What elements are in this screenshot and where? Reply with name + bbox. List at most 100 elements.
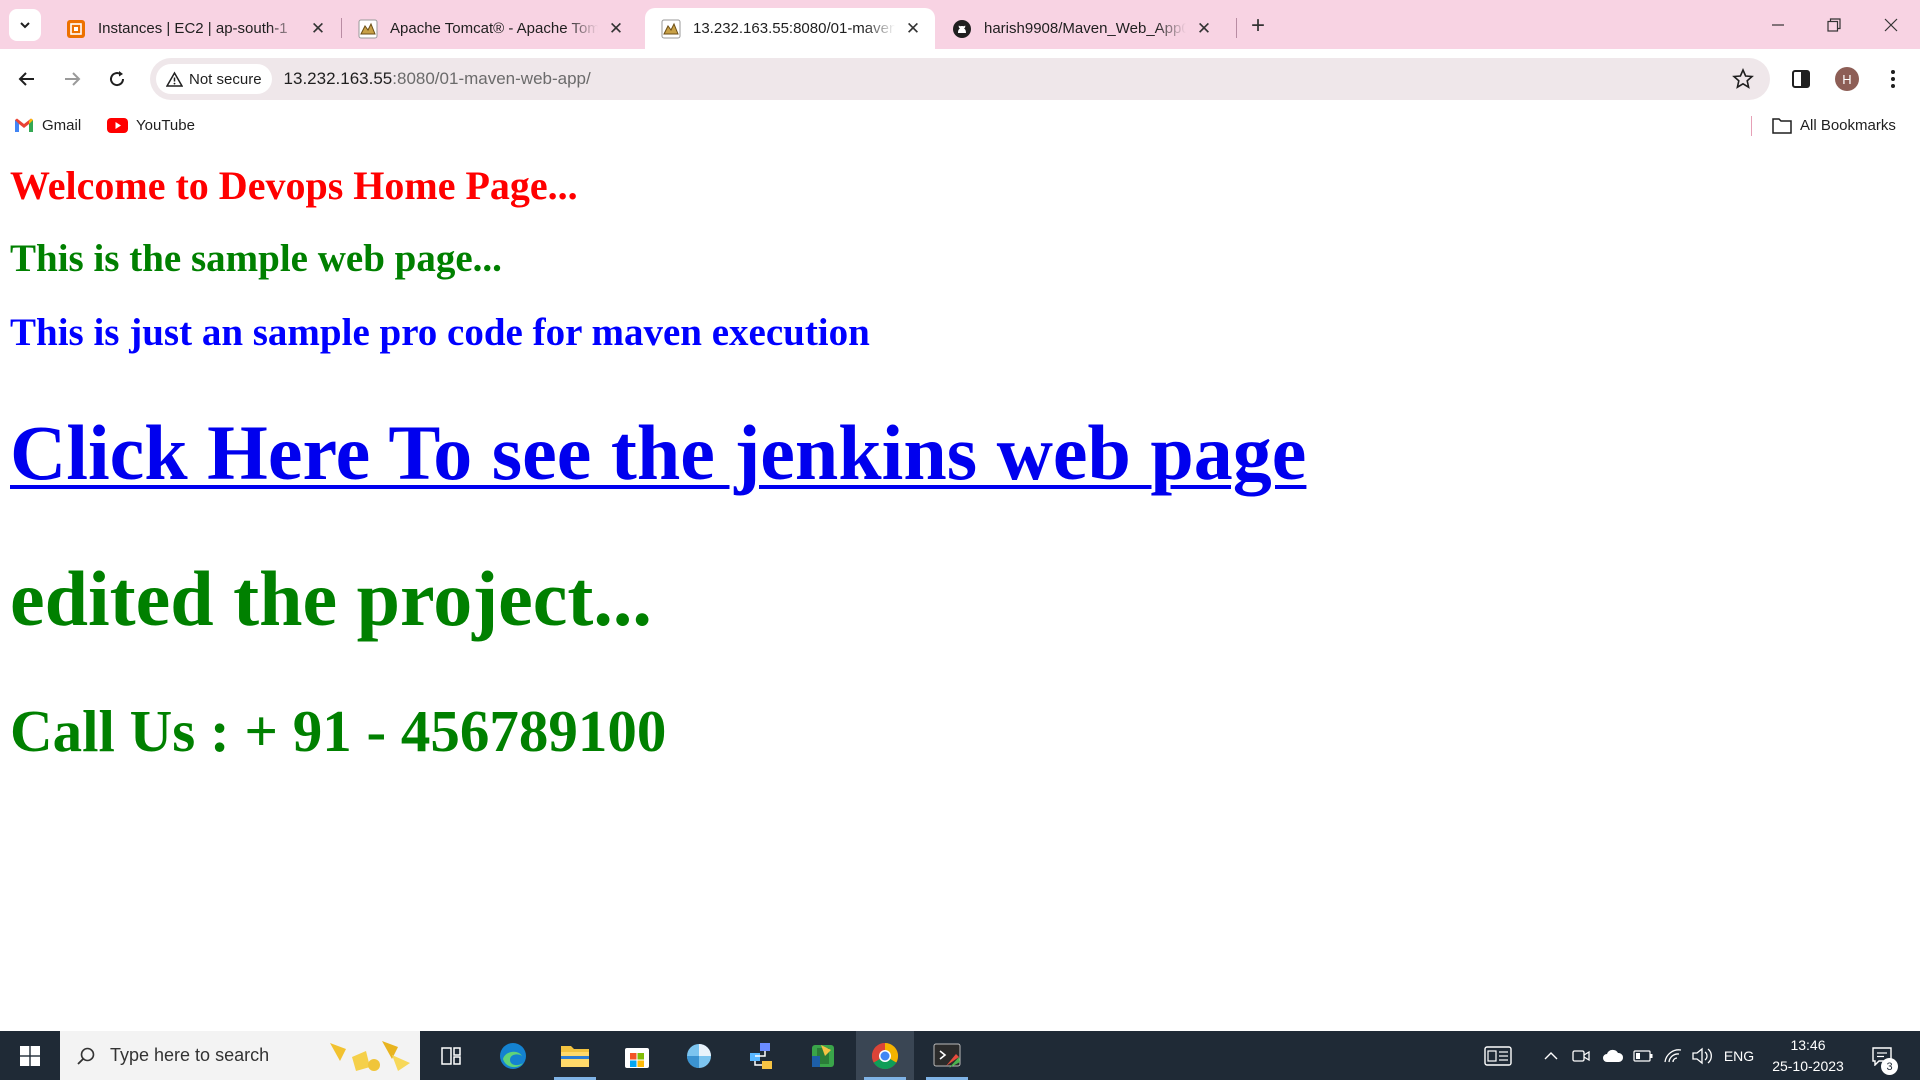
tab-search-button[interactable]: [9, 9, 41, 41]
windows-logo-icon: [20, 1045, 40, 1066]
clock-time: 13:46: [1790, 1036, 1826, 1053]
close-icon[interactable]: ✕: [903, 19, 923, 39]
search-highlight-icon: [322, 1035, 414, 1080]
reload-button[interactable]: [100, 62, 134, 96]
taskbar-app-edge[interactable]: [484, 1031, 542, 1080]
bookmark-youtube[interactable]: YouTube: [107, 113, 195, 137]
youtube-icon: [107, 117, 128, 133]
avatar: H: [1835, 67, 1859, 91]
language-indicator[interactable]: ENG: [1720, 1031, 1758, 1080]
tab-maven-web-app[interactable]: 13.232.163.55:8080/01-maven-web-app/ ✕: [645, 8, 935, 49]
url-path: :8080/01-maven-web-app/: [392, 69, 591, 88]
close-icon[interactable]: ✕: [308, 19, 328, 39]
show-hidden-icons-button[interactable]: [1538, 1031, 1564, 1080]
notification-count-badge: 3: [1881, 1058, 1898, 1075]
cloud-icon: [1603, 1049, 1624, 1062]
search-placeholder: Type here to search: [110, 1045, 270, 1065]
close-icon[interactable]: ✕: [606, 19, 626, 39]
reload-icon: [110, 71, 125, 87]
tomcat-icon: [661, 19, 681, 39]
contact-phone-heading: Call Us : + 91 - 456789100: [10, 698, 667, 764]
edge-icon: [500, 1042, 526, 1069]
gmail-icon: [14, 117, 34, 133]
chrome-icon: [871, 1042, 899, 1069]
all-bookmarks-button[interactable]: All Bookmarks: [1772, 113, 1896, 137]
bookmark-label: Gmail: [42, 116, 82, 134]
browser-toolbar: Not secure 13.232.163.55:8080/01-maven-w…: [0, 49, 1920, 108]
tomcat-icon: [358, 19, 378, 39]
clock-date: 25-10-2023: [1772, 1057, 1844, 1074]
taskbar-app-camtasia[interactable]: [794, 1031, 852, 1080]
taskbar-app-store[interactable]: [608, 1031, 666, 1080]
volume-control[interactable]: [1688, 1031, 1716, 1080]
wifi-icon: [1664, 1048, 1682, 1062]
jenkins-link[interactable]: Click Here To see the jenkins web page: [10, 408, 1306, 498]
taskbar-app-file-explorer[interactable]: [546, 1031, 604, 1080]
notifications-button[interactable]: [1862, 1031, 1902, 1080]
taskbar-app-generic[interactable]: [670, 1031, 728, 1080]
side-panel-button[interactable]: [1784, 62, 1818, 96]
tab-apache-tomcat[interactable]: Apache Tomcat® - Apache Tomcat ✕: [342, 8, 638, 49]
start-button[interactable]: [0, 1031, 60, 1080]
close-icon: [1884, 18, 1898, 31]
sample-page-heading: This is the sample web page...: [10, 237, 502, 280]
url-host: 13.232.163.55: [283, 69, 393, 88]
chevron-up-icon: [1544, 1051, 1558, 1059]
windows-taskbar: Type here to search ENG 13:46 25-10-2023…: [0, 1031, 1920, 1080]
forward-button[interactable]: [55, 62, 89, 96]
speaker-icon: [1692, 1047, 1712, 1064]
minimize-button[interactable]: [1750, 0, 1806, 49]
warning-icon: [166, 70, 183, 87]
browser-menu-button[interactable]: [1876, 62, 1910, 96]
github-icon: [952, 19, 972, 39]
task-view-button[interactable]: [422, 1031, 480, 1080]
aws-ec2-icon: [66, 19, 86, 39]
news-widget-button[interactable]: [1478, 1031, 1518, 1080]
bookmarks-divider: [1751, 116, 1752, 136]
tab-title: Apache Tomcat® - Apache Tomcat: [390, 20, 598, 37]
bookmark-gmail[interactable]: Gmail: [14, 113, 81, 137]
bookmark-star-button[interactable]: [1732, 67, 1754, 95]
tab-divider: [1236, 18, 1237, 38]
camtasia-icon: [812, 1044, 834, 1067]
profile-button[interactable]: H: [1830, 62, 1864, 96]
restore-icon: [1827, 17, 1841, 32]
chevron-down-icon: [20, 22, 30, 29]
new-tab-button[interactable]: +: [1244, 12, 1272, 40]
star-icon: [1732, 67, 1754, 89]
tab-title: 13.232.163.55:8080/01-maven-web-app/: [693, 20, 895, 37]
minimize-icon: [1772, 23, 1784, 26]
taskbar-search-box[interactable]: Type here to search: [60, 1031, 420, 1080]
web-page-content: Welcome to Devops Home Page... This is t…: [0, 142, 1920, 1031]
tab-ec2-instances[interactable]: Instances | EC2 | ap-south-1 ✕: [50, 8, 340, 49]
clock[interactable]: 13:46 25-10-2023: [1760, 1031, 1856, 1080]
tab-github-repo[interactable]: harish9908/Maven_Web_App01 ✕: [936, 8, 1226, 49]
welcome-heading: Welcome to Devops Home Page...: [10, 163, 578, 208]
microsoft-store-icon: [625, 1047, 649, 1068]
url-text: 13.232.163.55:8080/01-maven-web-app/: [284, 69, 591, 89]
maven-description-heading: This is just an sample pro code for mave…: [10, 311, 870, 354]
wifi-status[interactable]: [1660, 1031, 1686, 1080]
back-button[interactable]: [10, 62, 44, 96]
site-security-chip[interactable]: Not secure: [156, 64, 272, 94]
taskbar-app-snipping-tool[interactable]: [918, 1031, 976, 1080]
news-icon: [1484, 1045, 1512, 1066]
close-window-button[interactable]: [1863, 0, 1919, 49]
side-panel-icon: [1792, 70, 1810, 88]
bookmarks-bar: Gmail YouTube All Bookmarks: [0, 108, 1920, 142]
address-bar[interactable]: Not secure 13.232.163.55:8080/01-maven-w…: [150, 58, 1770, 100]
search-icon: [77, 1047, 95, 1065]
battery-status[interactable]: [1630, 1031, 1656, 1080]
bookmark-label: YouTube: [136, 116, 195, 134]
app-icon: [687, 1043, 711, 1068]
tab-title: harish9908/Maven_Web_App01: [984, 20, 1186, 37]
taskbar-app-chrome[interactable]: [856, 1031, 914, 1080]
arrow-left-icon: [18, 72, 34, 86]
onedrive-button[interactable]: [1598, 1031, 1628, 1080]
meet-now-button[interactable]: [1568, 1031, 1594, 1080]
tab-strip: Instances | EC2 | ap-south-1 ✕ Apache To…: [0, 0, 1920, 49]
task-view-icon: [441, 1046, 461, 1065]
taskbar-app-network[interactable]: [732, 1031, 790, 1080]
close-icon[interactable]: ✕: [1194, 19, 1214, 39]
restore-button[interactable]: [1806, 0, 1862, 49]
